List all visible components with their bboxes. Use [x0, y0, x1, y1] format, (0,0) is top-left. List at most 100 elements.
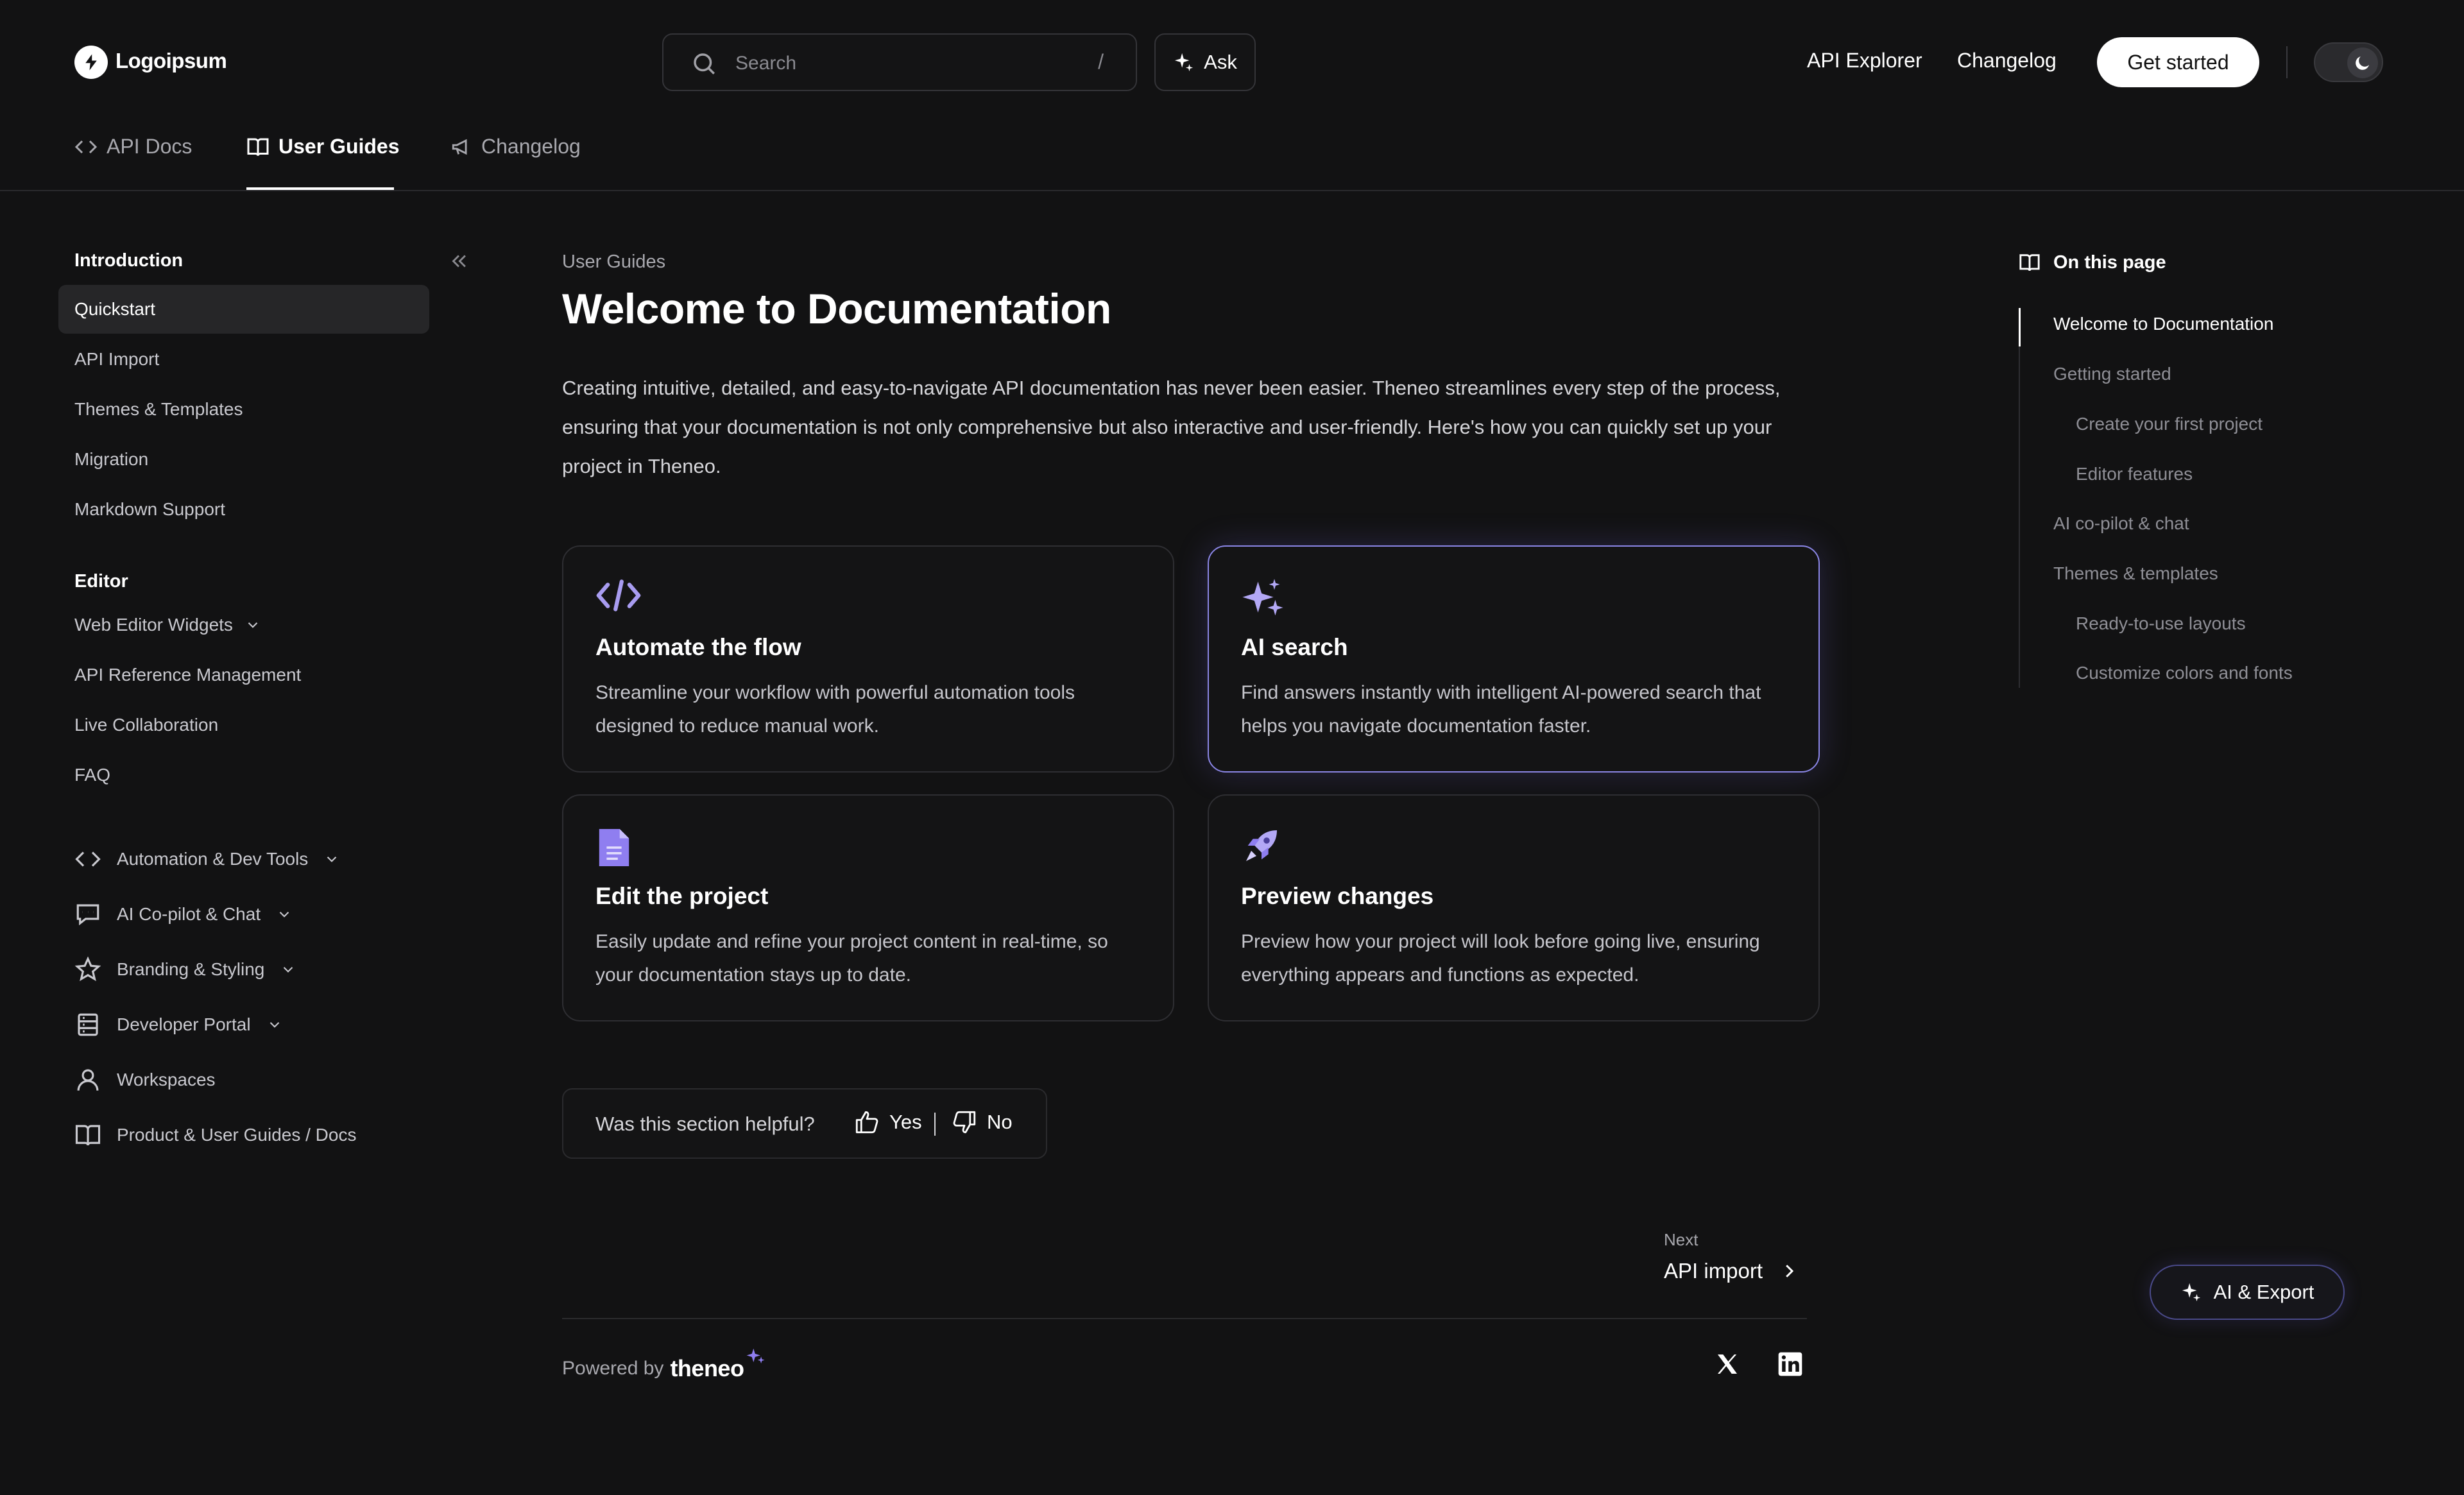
tab-api-docs[interactable]: API Docs	[74, 135, 192, 158]
sidebar-group-developer-portal[interactable]: Developer Portal	[74, 1011, 283, 1038]
card-title: AI search	[1241, 634, 1348, 660]
card-title: Preview changes	[1241, 883, 1434, 909]
next-label: Next	[1664, 1230, 1698, 1249]
page-title: Welcome to Documentation	[562, 285, 1111, 332]
toc-title: On this page	[2053, 252, 2166, 273]
logo-text[interactable]: Logoipsum	[116, 49, 227, 73]
feature-card-automate[interactable]: Automate the flow Streamline your workfl…	[562, 545, 1174, 773]
ai-export-label: AI & Export	[2213, 1281, 2314, 1303]
moon-icon	[2347, 47, 2378, 78]
api-explorer-link[interactable]: API Explorer	[1807, 49, 1922, 73]
feature-card-edit-project[interactable]: Edit the project Easily update and refin…	[562, 794, 1174, 1021]
sidebar-item-migration[interactable]: Migration	[74, 449, 148, 470]
search-placeholder: Search	[735, 53, 797, 74]
sidebar-item-quickstart[interactable]: Quickstart	[74, 299, 155, 320]
tab-user-guides[interactable]: User Guides	[246, 135, 400, 158]
breadcrumb[interactable]: User Guides	[562, 252, 665, 273]
book-icon	[246, 135, 270, 158]
theme-toggle[interactable]	[2314, 42, 2383, 82]
chevron-down-icon	[266, 1016, 283, 1033]
chevron-right-icon	[1779, 1261, 1799, 1281]
user-icon	[74, 1066, 101, 1093]
sidebar-group-automation-dev-tools[interactable]: Automation & Dev Tools	[74, 846, 340, 873]
sidebar-group-label: Developer Portal	[117, 1014, 251, 1034]
tab-label: User Guides	[278, 135, 400, 158]
sparkle-icon	[2180, 1281, 2202, 1303]
intro-paragraph: Creating intuitive, detailed, and easy-t…	[562, 377, 1781, 477]
toc-item-customize-colors[interactable]: Customize colors and fonts	[2076, 663, 2293, 683]
ai-export-button[interactable]: AI & Export	[2150, 1265, 2345, 1320]
sidebar-item-faq[interactable]: FAQ	[74, 765, 110, 785]
sidebar-item-themes-templates[interactable]: Themes & Templates	[74, 399, 243, 420]
sidebar-item-api-reference-management[interactable]: API Reference Management	[74, 665, 301, 685]
sidebar-item-markdown-support[interactable]: Markdown Support	[74, 499, 225, 520]
thumbs-up-icon	[853, 1109, 880, 1136]
server-icon	[74, 1011, 101, 1038]
feature-card-ai-search[interactable]: AI search Find answers instantly with in…	[1208, 545, 1820, 773]
card-description: Preview how your project will look befor…	[1241, 931, 1760, 986]
tab-label: Changelog	[481, 135, 581, 158]
book-icon	[2019, 252, 2041, 273]
document-icon	[595, 825, 633, 870]
chevron-down-icon	[280, 961, 296, 978]
changelog-link[interactable]: Changelog	[1957, 49, 2057, 73]
card-description: Find answers instantly with intelligent …	[1241, 682, 1761, 737]
sidebar-group-workspaces[interactable]: Workspaces	[74, 1066, 216, 1093]
sidebar-group-label: AI Co-pilot & Chat	[117, 904, 261, 924]
collapse-sidebar-icon[interactable]	[448, 250, 470, 272]
toc-rail	[2019, 308, 2020, 688]
sidebar-group-ai-copilot-chat[interactable]: AI Co-pilot & Chat	[74, 901, 293, 928]
header-divider	[2286, 46, 2288, 78]
search-input[interactable]: Search /	[662, 33, 1137, 91]
footer-divider	[562, 1318, 1807, 1319]
code-icon	[74, 846, 101, 873]
rocket-icon	[1241, 825, 1282, 866]
ask-button[interactable]: Ask	[1154, 33, 1256, 91]
ask-label: Ask	[1204, 51, 1237, 73]
header-border	[0, 190, 2464, 191]
toc-item-editor-features[interactable]: Editor features	[2076, 464, 2193, 484]
toc-item-welcome[interactable]: Welcome to Documentation	[2053, 314, 2273, 334]
feedback-no-label: No	[987, 1111, 1013, 1133]
sidebar-item-web-editor-widgets[interactable]: Web Editor Widgets	[74, 615, 261, 635]
toc-item-ai-copilot[interactable]: AI co-pilot & chat	[2053, 513, 2189, 534]
code-icon	[74, 135, 98, 158]
theneo-logo-text: theneo	[670, 1355, 744, 1381]
powered-by-label: Powered by	[562, 1358, 664, 1379]
card-description: Easily update and refine your project co…	[595, 931, 1108, 986]
feedback-no-button[interactable]: No	[951, 1109, 1013, 1136]
next-page-title: API import	[1664, 1259, 1763, 1283]
card-title: Edit the project	[595, 883, 769, 909]
next-page-link[interactable]: API import	[1664, 1259, 1799, 1283]
linkedin-icon[interactable]	[1776, 1350, 1804, 1378]
toc-item-themes-templates[interactable]: Themes & templates	[2053, 563, 2218, 584]
sparkle-icon	[746, 1346, 766, 1365]
sidebar-group-product-user-guides[interactable]: Product & User Guides / Docs	[74, 1122, 356, 1149]
on-this-page-heading: On this page	[2019, 252, 2166, 273]
sidebar-item-label: Web Editor Widgets	[74, 615, 233, 635]
get-started-button[interactable]: Get started	[2097, 37, 2259, 87]
toc-item-ready-layouts[interactable]: Ready-to-use layouts	[2076, 613, 2246, 634]
chevron-down-icon	[244, 617, 261, 633]
thumbs-down-icon	[951, 1109, 978, 1136]
sidebar-item-api-import[interactable]: API Import	[74, 349, 159, 370]
toc-item-getting-started[interactable]: Getting started	[2053, 364, 2171, 384]
sidebar-group-label: Branding & Styling	[117, 959, 265, 979]
search-icon	[690, 50, 717, 77]
logo-icon[interactable]	[74, 46, 108, 79]
chevron-down-icon	[323, 851, 340, 867]
sidebar-item-live-collaboration[interactable]: Live Collaboration	[74, 715, 218, 735]
feedback-yes-button[interactable]: Yes	[853, 1109, 922, 1136]
toc-item-create-first-project[interactable]: Create your first project	[2076, 414, 2263, 434]
feature-card-preview-changes[interactable]: Preview changes Preview how your project…	[1208, 794, 1820, 1021]
book-icon	[74, 1122, 101, 1149]
sidebar-group-branding-styling[interactable]: Branding & Styling	[74, 956, 296, 983]
powered-by[interactable]: Powered by theneo	[562, 1348, 766, 1382]
x-twitter-icon[interactable]	[1715, 1351, 1740, 1377]
feedback-divider	[934, 1113, 936, 1136]
tab-changelog[interactable]: Changelog	[450, 135, 581, 158]
feedback-widget: Was this section helpful? Yes No	[562, 1088, 1047, 1159]
megaphone-icon	[450, 136, 472, 158]
tab-label: API Docs	[107, 135, 193, 158]
chevron-down-icon	[276, 906, 293, 923]
